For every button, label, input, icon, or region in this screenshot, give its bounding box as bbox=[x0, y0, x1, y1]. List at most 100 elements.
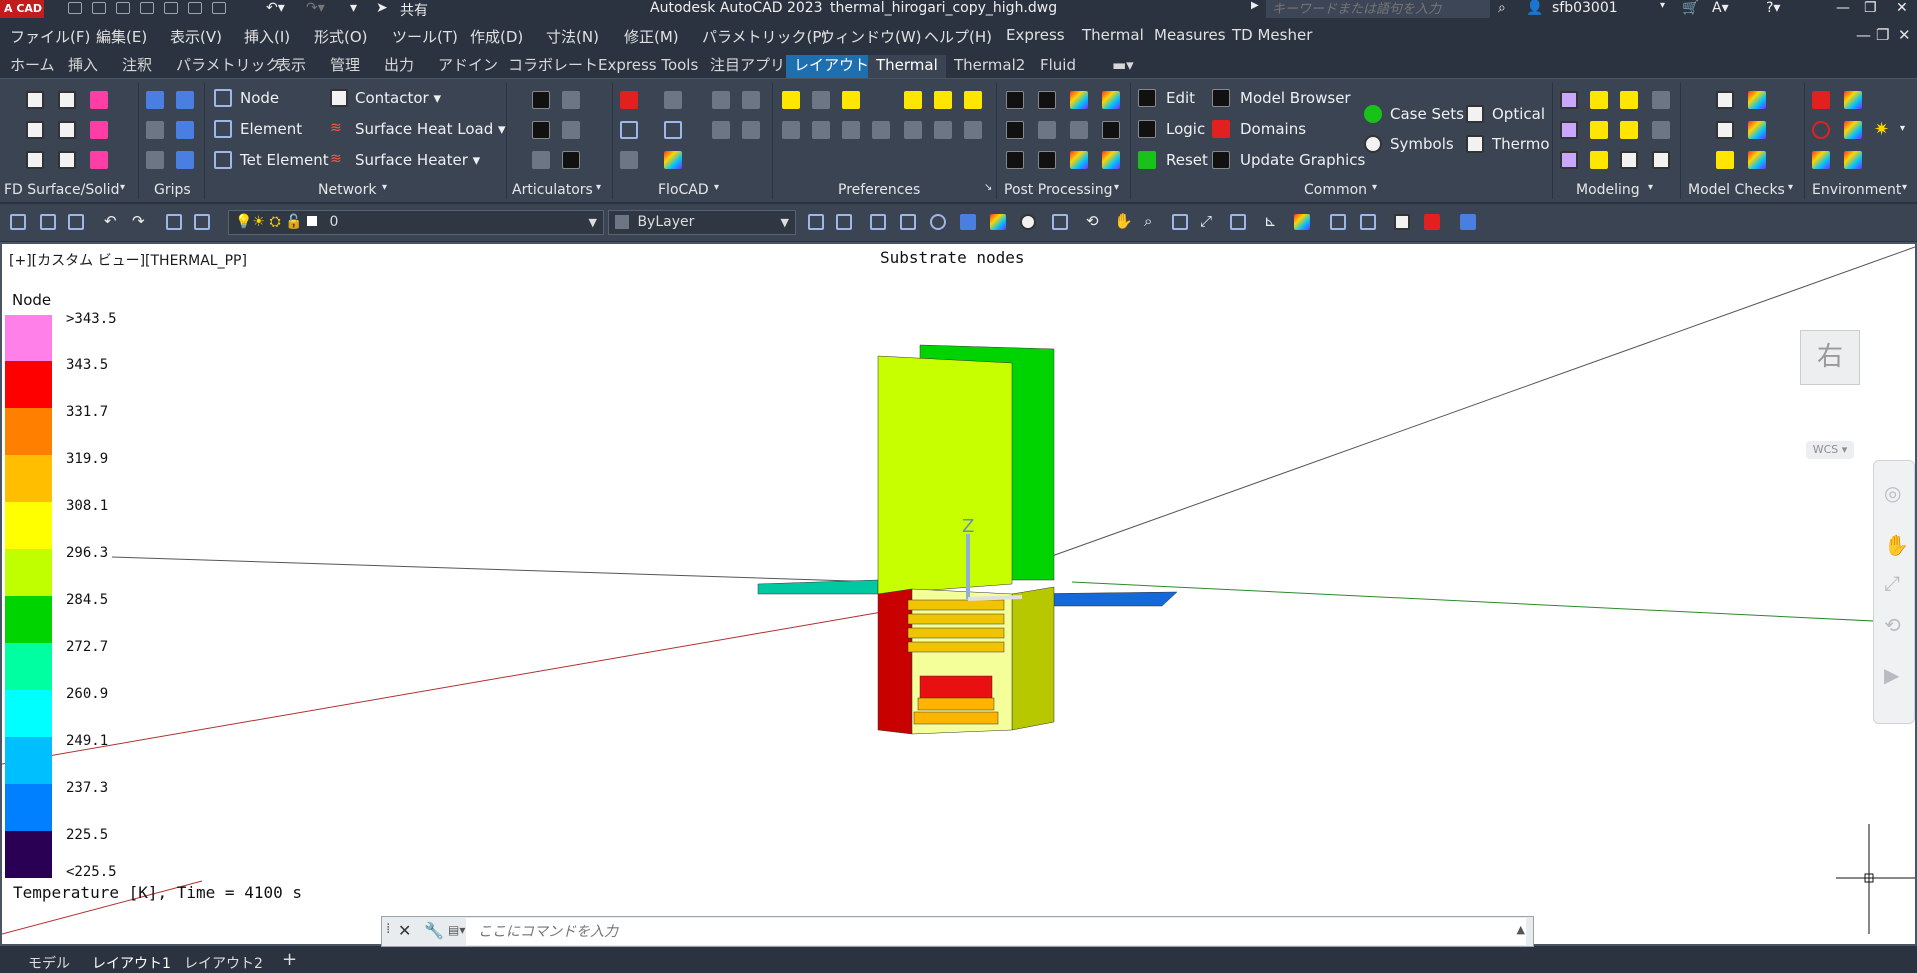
tb-open-icon[interactable] bbox=[40, 214, 56, 230]
optical-button[interactable]: Optical bbox=[1492, 105, 1545, 123]
check-a-icon[interactable] bbox=[1716, 91, 1734, 109]
doc-restore-icon[interactable]: ❐ bbox=[1876, 26, 1889, 44]
tb-pan-icon[interactable]: ✋ bbox=[1114, 212, 1133, 230]
update-graphics-button[interactable]: Update Graphics bbox=[1240, 151, 1365, 169]
panel-network[interactable]: Network bbox=[318, 182, 376, 198]
ribbon-minimize-icon[interactable]: ▬▾ bbox=[1104, 55, 1142, 79]
menu-td-mesher[interactable]: TD Mesher bbox=[1232, 26, 1312, 44]
cylinder-surface-icon[interactable] bbox=[58, 91, 76, 109]
symbols-icon[interactable] bbox=[1364, 135, 1382, 153]
save-icon[interactable] bbox=[116, 2, 130, 14]
panel-flocad[interactable]: FloCAD bbox=[658, 182, 709, 198]
env-sun-icon[interactable] bbox=[1812, 91, 1830, 109]
tb-zoom-previous-icon[interactable] bbox=[1230, 214, 1246, 230]
tab-annotate[interactable]: 注釈 bbox=[114, 55, 160, 79]
node-icon[interactable] bbox=[214, 89, 232, 107]
tab-output[interactable]: 出力 bbox=[376, 55, 422, 79]
panel-common[interactable]: Common bbox=[1304, 182, 1367, 198]
tb-orbit-icon[interactable]: ⟲ bbox=[1086, 212, 1099, 230]
menu-format[interactable]: 形式(O) bbox=[314, 26, 368, 47]
panel-model-checks[interactable]: Model Checks bbox=[1688, 182, 1785, 198]
thermo-button[interactable]: Thermo bbox=[1492, 135, 1550, 153]
reset-icon[interactable] bbox=[1138, 151, 1156, 169]
cmd-recent-icon[interactable]: ▤▾ bbox=[448, 923, 465, 937]
grip-copy-icon[interactable] bbox=[176, 151, 194, 169]
command-input[interactable] bbox=[466, 918, 1526, 945]
menu-express[interactable]: Express bbox=[1006, 26, 1065, 44]
tb-zoom-icon[interactable]: ⌕ bbox=[1144, 212, 1152, 230]
tab-express-tools[interactable]: Express Tools bbox=[590, 55, 706, 79]
user-dropdown-icon[interactable]: ▾ bbox=[1660, 0, 1665, 11]
tb-save-icon[interactable] bbox=[68, 214, 84, 230]
navigation-bar[interactable]: ◎ ✋ ⤢ ⟲ ▶ bbox=[1873, 460, 1915, 724]
panel-modeling-dropdown-icon[interactable]: ▾ bbox=[1648, 182, 1653, 193]
modeling-k-icon[interactable] bbox=[1620, 151, 1638, 169]
tb-draworder-icon[interactable] bbox=[1394, 214, 1410, 230]
symbols-button[interactable]: Symbols bbox=[1390, 135, 1454, 153]
tb-color-icon[interactable] bbox=[1424, 214, 1440, 230]
menu-file[interactable]: ファイル(F) bbox=[10, 26, 90, 47]
redo-icon[interactable]: ↷▾ bbox=[306, 0, 325, 16]
tb-ucs-icon[interactable]: ⊾ bbox=[1264, 212, 1277, 230]
doc-minimize-icon[interactable]: — bbox=[1856, 26, 1871, 44]
articulator-rotate-icon[interactable] bbox=[532, 121, 550, 139]
tb-inquiry-icon[interactable] bbox=[1360, 214, 1376, 230]
menu-parametric[interactable]: パラメトリック(P) bbox=[702, 26, 827, 47]
tab-model[interactable]: モデル bbox=[28, 953, 70, 973]
zoom-extents-icon[interactable]: ⤢ bbox=[1884, 571, 1900, 595]
pref-move-icon[interactable] bbox=[934, 91, 952, 109]
quick-access-dropdown-icon[interactable]: ▾ bbox=[350, 0, 357, 16]
showmotion-icon[interactable]: ▶ bbox=[1884, 663, 1899, 687]
modeling-e-icon[interactable] bbox=[1560, 121, 1578, 139]
search-icon[interactable]: ⌕ bbox=[1498, 0, 1506, 16]
tb-new-icon[interactable] bbox=[10, 214, 26, 230]
surface-heater-icon[interactable]: ≋ bbox=[330, 151, 348, 169]
tab-thermal2[interactable]: Thermal2 bbox=[946, 55, 1033, 79]
env-star-dropdown-icon[interactable]: ▾ bbox=[1900, 123, 1905, 134]
tb-render-icon[interactable] bbox=[990, 214, 1006, 230]
tab-addins[interactable]: アドイン bbox=[430, 55, 506, 79]
share-icon[interactable]: ➤ bbox=[376, 0, 388, 16]
close-icon[interactable]: ✕ bbox=[1896, 0, 1908, 16]
flocad-pipe-icon[interactable] bbox=[620, 121, 638, 139]
env-flux-icon[interactable] bbox=[1812, 151, 1830, 169]
pref-scale-icon[interactable] bbox=[964, 91, 982, 109]
tb-layer-properties-icon[interactable] bbox=[166, 214, 182, 230]
panel-network-dropdown-icon[interactable]: ▾ bbox=[382, 182, 387, 193]
pref-box-icon[interactable] bbox=[842, 91, 860, 109]
share-label[interactable]: 共有 bbox=[400, 0, 428, 20]
panel-model-checks-dropdown-icon[interactable]: ▾ bbox=[1788, 182, 1793, 193]
minimize-icon[interactable]: — bbox=[1836, 0, 1850, 16]
contactor-icon[interactable] bbox=[330, 89, 348, 107]
menu-measures[interactable]: Measures bbox=[1154, 26, 1226, 44]
linetype-combo[interactable]: ByLayer ▼ bbox=[608, 210, 796, 235]
steering-wheel-icon[interactable]: ◎ bbox=[1884, 481, 1901, 505]
tab-thermal[interactable]: Thermal bbox=[868, 55, 946, 79]
cmd-history-icon[interactable]: ▲ bbox=[1517, 923, 1525, 936]
model-browser-icon[interactable] bbox=[1212, 89, 1230, 107]
tab-insert[interactable]: 挿入 bbox=[60, 55, 106, 79]
menu-window[interactable]: ウィンドウ(W) bbox=[820, 26, 922, 47]
pp-property-icon[interactable] bbox=[1038, 91, 1056, 109]
tet-element-icon[interactable] bbox=[214, 151, 232, 169]
grip-move-icon[interactable] bbox=[176, 91, 194, 109]
node-button[interactable]: Node bbox=[240, 89, 279, 107]
flocad-fluid-icon[interactable] bbox=[664, 151, 682, 169]
panel-common-dropdown-icon[interactable]: ▾ bbox=[1372, 182, 1377, 193]
tab-manage[interactable]: 管理 bbox=[322, 55, 368, 79]
element-button[interactable]: Element bbox=[240, 120, 302, 138]
linetype-dropdown-icon[interactable]: ▼ bbox=[781, 211, 789, 234]
panel-fd-dropdown-icon[interactable]: ▾ bbox=[120, 182, 125, 193]
env-orbit-icon[interactable] bbox=[1844, 91, 1862, 109]
menu-draw[interactable]: 作成(D) bbox=[470, 26, 523, 47]
tb-zoom-window-icon[interactable] bbox=[1172, 214, 1188, 230]
help-icon[interactable]: ?▾ bbox=[1766, 0, 1780, 16]
tb-layer-state-icon[interactable] bbox=[194, 214, 210, 230]
pp-first-icon[interactable] bbox=[1006, 151, 1024, 169]
panel-articulators[interactable]: Articulators bbox=[512, 182, 593, 198]
menu-tools[interactable]: ツール(T) bbox=[392, 26, 458, 47]
menu-modify[interactable]: 修正(M) bbox=[624, 26, 679, 47]
logic-button[interactable]: Logic bbox=[1166, 120, 1205, 138]
tb-zoom-realtime-icon[interactable] bbox=[1460, 214, 1476, 230]
tb-zoom-extents-icon[interactable]: ⤢ bbox=[1200, 212, 1212, 230]
